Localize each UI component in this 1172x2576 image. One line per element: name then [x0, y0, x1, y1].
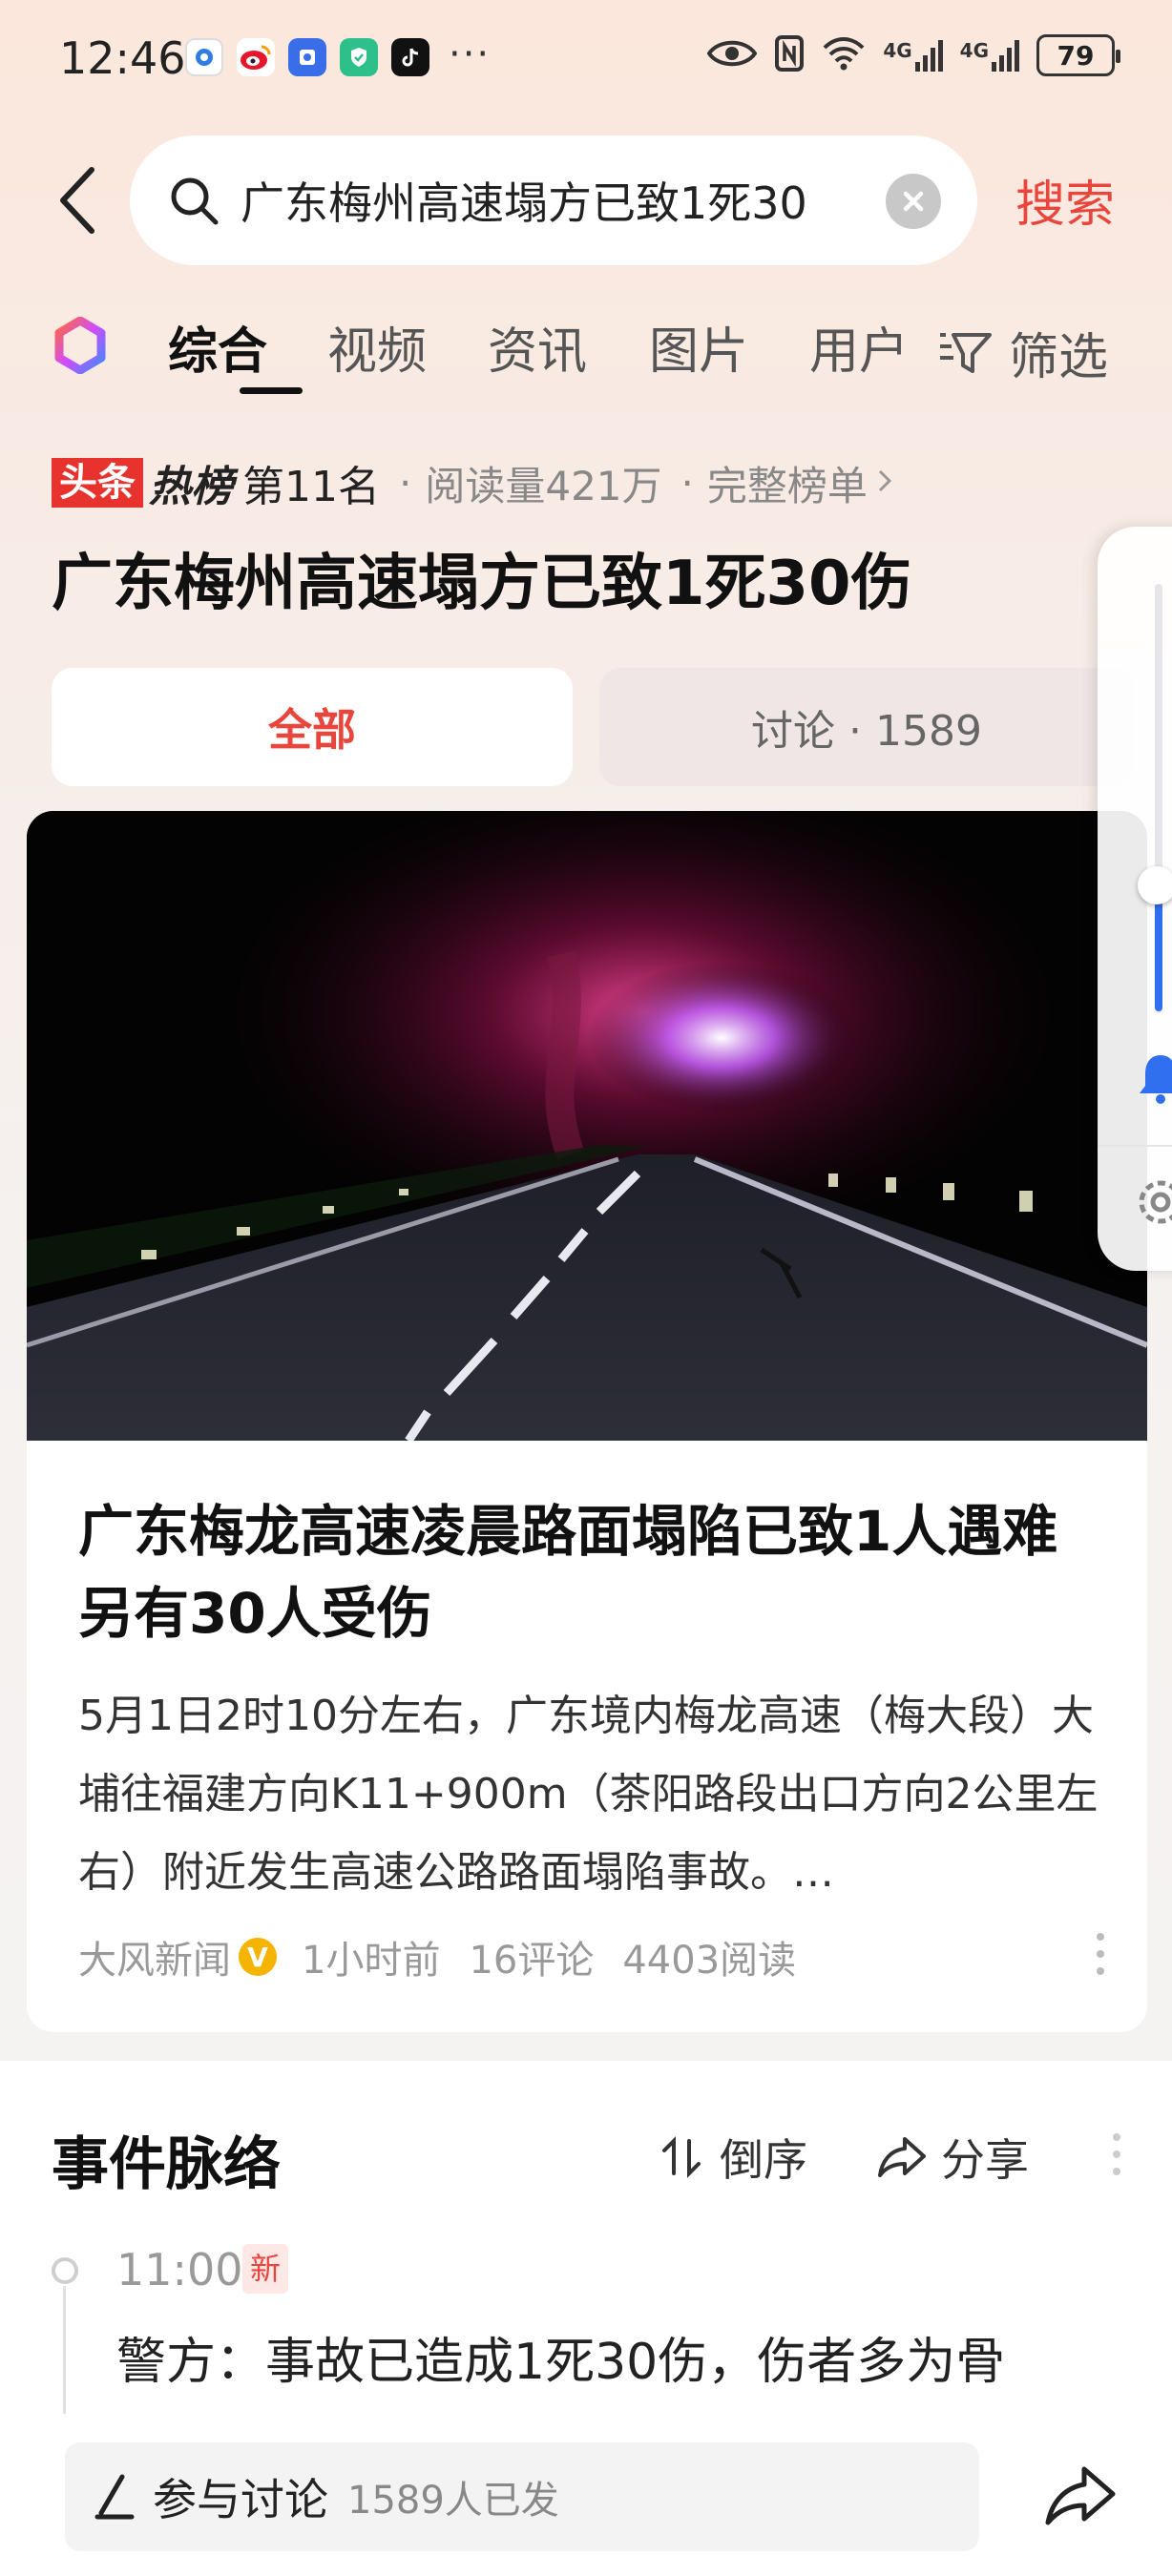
status-app-icons [185, 38, 429, 76]
separator-dot: · [680, 459, 694, 507]
browser-app-icon [288, 38, 326, 76]
tab-images[interactable]: 图片 [649, 311, 748, 383]
news-title[interactable]: 广东梅龙高速凌晨路面塌陷已致1人遇难 另有30人受伤 [78, 1490, 1090, 1654]
gear-icon[interactable] [1132, 1174, 1172, 1235]
close-icon [903, 191, 924, 212]
join-discussion-input[interactable]: 参与讨论 1589人已发 [65, 2442, 979, 2551]
weibo-icon [237, 38, 275, 76]
news-summary: 5月1日2时10分左右，广东境内梅龙高速（梅大段）大埔往福建方向K11+900m… [78, 1692, 1099, 1897]
nfc-icon [774, 34, 805, 76]
verified-badge-icon: V [239, 1938, 277, 1976]
hot-topic-headline: 广东梅州高速塌方已致1死30伤 [52, 549, 912, 619]
sort-button[interactable]: 倒序 [659, 2126, 807, 2189]
timeline-line [63, 2286, 66, 2420]
tab-video[interactable]: 视频 [327, 311, 427, 383]
status-time: 12:46 [59, 32, 186, 84]
status-system-icons: 4G 4G 79 [706, 34, 1120, 76]
full-list-link[interactable]: 完整榜单 [707, 454, 868, 512]
chevron-right-icon [875, 467, 894, 499]
active-tab-indicator [240, 387, 303, 394]
status-overflow-dots: ··· [449, 32, 492, 76]
news-source[interactable]: 大风新闻 [78, 1929, 231, 1984]
status-bar: 12:46 ··· 4G 4G 79 [0, 0, 1172, 119]
volume-slider-fill [1155, 887, 1162, 1011]
news-read-count: 4403阅读 [622, 1939, 797, 1983]
more-options-icon[interactable] [1096, 1931, 1105, 1977]
share-label: 分享 [941, 2134, 1029, 2186]
timeline-item-text[interactable]: 警方：事故已造成1死30伤，伤者多为骨折，大腿损伤 [116, 2316, 1071, 2416]
sort-icon [662, 2136, 701, 2178]
discuss-label: 参与讨论 [153, 2474, 328, 2525]
cellular-signal-icon-1: 4G [883, 39, 943, 72]
floating-side-panel[interactable] [1098, 527, 1172, 1271]
news-comment-count: 16评论 [469, 1939, 595, 1983]
toutiao-badge: 头条 [52, 458, 143, 508]
hot-list-info[interactable]: 头条 热榜 第11名 · 阅读量421万 · 完整榜单 [52, 454, 894, 512]
filter-label: 筛选 [1009, 329, 1109, 386]
timeline-section-title: 事件脉络 [52, 2131, 281, 2198]
share-icon [878, 2137, 926, 2177]
sort-label: 倒序 [720, 2134, 807, 2186]
news-meta: 大风新闻 V 1小时前 16评论 4403阅读 [78, 1929, 796, 1984]
discuss-count: 1589人已发 [347, 2479, 559, 2523]
search-query-text: 广东梅州高速塌方已致1死30 [241, 177, 807, 229]
share-button[interactable]: 分享 [876, 2126, 1029, 2189]
new-badge: 新 [242, 2244, 289, 2294]
volume-slider-handle[interactable] [1138, 866, 1172, 904]
back-arrow-icon [60, 167, 94, 234]
pen-icon [94, 2474, 135, 2520]
news-thumbnail-image[interactable] [27, 811, 1147, 1444]
filter-button[interactable]: 筛选 [936, 317, 1108, 388]
network-type-label-1: 4G [883, 39, 912, 62]
section-more-icon[interactable] [1112, 2131, 1121, 2177]
segment-discussion[interactable]: 讨论 · 1589 [599, 668, 1134, 786]
clear-search-button[interactable] [886, 174, 941, 229]
ai-assistant-icon[interactable] [53, 316, 107, 378]
news-card[interactable]: 广东梅龙高速凌晨路面塌陷已致1人遇难 另有30人受伤 5月1日2时10分左右，广… [27, 811, 1147, 2032]
separator-dot: · [399, 459, 412, 507]
news-time: 1小时前 [302, 1939, 441, 1983]
filter-icon [940, 332, 992, 373]
cellular-signal-icon-2: 4G [960, 39, 1019, 72]
hot-list-label: 热榜 [149, 463, 233, 511]
hot-rank: 第11名 [242, 463, 380, 511]
timeline-dot [52, 2257, 78, 2284]
eye-icon [706, 37, 758, 73]
share-icon-bottom[interactable] [1044, 2463, 1117, 2530]
hot-read-count: 阅读量421万 [425, 462, 662, 509]
wifi-icon [822, 36, 866, 74]
segment-all[interactable]: 全部 [52, 668, 573, 786]
panel-divider [1098, 1145, 1172, 1147]
search-input[interactable]: 广东梅州高速塌方已致1死30 [130, 135, 977, 265]
search-icon [171, 177, 219, 225]
battery-indicator: 79 [1036, 34, 1120, 76]
network-type-label-2: 4G [959, 39, 989, 62]
bell-icon[interactable] [1134, 1049, 1172, 1111]
search-button[interactable]: 搜索 [1015, 164, 1115, 236]
app-notification-icon [185, 38, 223, 76]
shield-app-icon [340, 38, 378, 76]
tiktok-icon [391, 38, 429, 76]
back-button[interactable] [53, 162, 101, 239]
tab-comprehensive[interactable]: 综合 [168, 311, 267, 383]
category-tabs: 综合 视频 资讯 图片 用户 筛选 [53, 303, 1122, 408]
tab-users[interactable]: 用户 [809, 311, 909, 383]
timeline-item-time: 11:00 [116, 2244, 243, 2296]
tab-news[interactable]: 资讯 [488, 311, 587, 383]
